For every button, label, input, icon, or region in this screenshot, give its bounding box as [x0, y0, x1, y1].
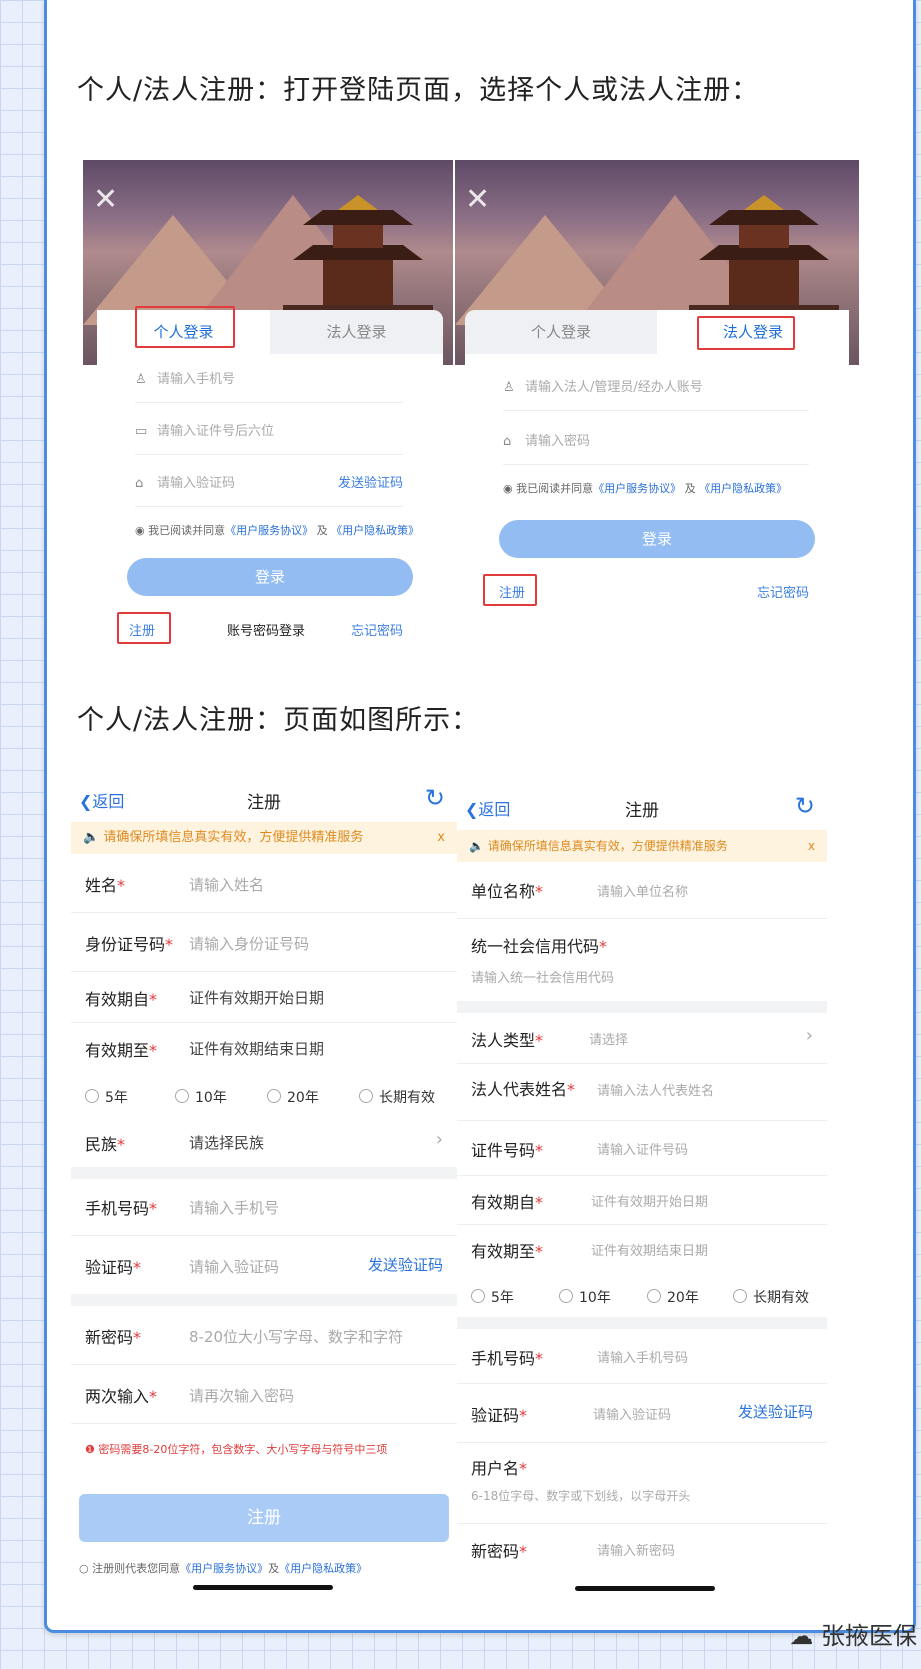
validity-radio-group: 5年 10年 20年 长期有效: [457, 1273, 827, 1317]
chevron-right-icon: ›: [805, 1025, 813, 1046]
tab-legal-login[interactable]: 法人登录: [270, 310, 443, 354]
notice-close-button[interactable]: x: [437, 822, 445, 854]
nation-select[interactable]: 民族* 请选择民族 ›: [71, 1121, 457, 1167]
tab-personal-login[interactable]: 个人登录: [465, 310, 657, 354]
error-icon: ❶: [85, 1443, 95, 1456]
username-field[interactable]: 用户名* 6-18位字母、数字或下划线，以字母开头: [457, 1443, 827, 1524]
new-password-field[interactable]: 新密码* 8-20位大小写字母、数字和字符: [71, 1306, 457, 1365]
valid-from-field[interactable]: 有效期自* 证件有效期开始日期: [457, 1176, 827, 1225]
password-hint: ❶ 密码需要8-20位字符，包含数字、大小写字母与符号中三项: [85, 1443, 388, 1456]
code-input[interactable]: ⌂ 请输入验证码 发送验证码: [135, 462, 403, 507]
password-login-link[interactable]: 账号密码登录: [227, 620, 305, 639]
code-field[interactable]: 验证码* 请输入验证码 发送验证码: [457, 1384, 827, 1443]
login-legal-screenshot: ✕ 个人登录 法人登录 ♙ 请输入法人/管理员/经办人账号 ⌂ 请输入密码 ◉ 我已…: [455, 160, 859, 630]
account-input[interactable]: ♙ 请输入法人/管理员/经办人账号: [503, 366, 809, 411]
pagoda-icon: [689, 195, 839, 325]
section-heading-login: 个人/法人注册：打开登陆页面，选择个人或法人注册：: [77, 75, 760, 106]
refresh-icon[interactable]: ↻: [425, 784, 445, 812]
service-agreement-link[interactable]: 《用户服务协议》: [180, 1562, 268, 1575]
notice-close-button[interactable]: x: [808, 830, 815, 862]
speaker-icon: 🔈: [469, 839, 484, 853]
forgot-password-link[interactable]: 忘记密码: [757, 582, 809, 601]
check-icon[interactable]: ◉: [503, 482, 513, 495]
register-button[interactable]: 注册: [79, 1494, 449, 1542]
service-agreement-link[interactable]: 《用户服务协议》: [225, 524, 313, 537]
confirm-password-field[interactable]: 两次输入* 请再次输入密码: [71, 1365, 457, 1424]
user-icon: ♙: [135, 372, 147, 387]
id-number-field[interactable]: 身份证号码* 请输入身份证号码: [71, 913, 457, 972]
page-title: 注册: [247, 793, 281, 813]
representative-name-field[interactable]: 法人代表姓名* 请输入法人代表姓名: [457, 1064, 827, 1121]
wechat-icon: ☁: [789, 1622, 814, 1650]
valid-to-field[interactable]: 有效期至* 证件有效期结束日期: [457, 1225, 827, 1273]
id-input[interactable]: ▭ 请输入证件号后六位: [135, 410, 403, 455]
radio-10y[interactable]: 10年: [175, 1087, 227, 1107]
legal-type-select[interactable]: 法人类型* 请选择 ›: [457, 1013, 827, 1064]
privacy-policy-link[interactable]: 《用户隐私政策》: [279, 1562, 367, 1575]
privacy-policy-link[interactable]: 《用户隐私政策》: [699, 482, 787, 495]
watermark: ☁ 张掖医保: [789, 1622, 917, 1650]
login-button[interactable]: 登录: [499, 520, 815, 558]
lock-icon: ⌂: [135, 476, 144, 491]
service-agreement-link[interactable]: 《用户服务协议》: [593, 482, 681, 495]
name-field[interactable]: 姓名* 请输入姓名: [71, 854, 457, 913]
close-icon[interactable]: ✕: [93, 182, 118, 217]
valid-to-field[interactable]: 有效期至* 证件有效期结束日期: [71, 1023, 457, 1073]
lock-icon: ⌂: [503, 434, 512, 449]
user-icon: ♙: [503, 380, 515, 395]
login-button[interactable]: 登录: [127, 558, 413, 596]
radio-10y[interactable]: 10年: [559, 1287, 611, 1307]
radio-permanent[interactable]: 长期有效: [359, 1087, 435, 1107]
pagoda-icon: [283, 195, 433, 325]
home-indicator: [575, 1586, 715, 1591]
article-card: 个人/法人注册：打开登陆页面，选择个人或法人注册： ✕ 个人登录 法人登录 ♙ 请…: [44, 0, 916, 1633]
agreement-text: ◉ 我已阅读并同意《用户服务协议》 及 《用户隐私政策》: [135, 524, 420, 537]
notice-banner: 🔈 请确保所填信息真实有效，方便提供精准服务 x: [71, 822, 457, 854]
highlight-box: [697, 316, 795, 350]
id-card-icon: ▭: [135, 424, 148, 439]
send-code-button[interactable]: 发送验证码: [338, 462, 403, 506]
highlight-box: [483, 574, 537, 606]
new-password-field[interactable]: 新密码* 请输入新密码: [457, 1524, 827, 1578]
login-panel: 个人登录 法人登录 ♙ 请输入手机号 ▭ 请输入证件号后六位 ⌂ 请输入验证码 发送验证…: [97, 306, 443, 660]
login-personal-screenshot: ✕ 个人登录 法人登录 ♙ 请输入手机号 ▭ 请输入证件号后六位 ⌂ 请输入验证码 发送…: [83, 160, 453, 660]
login-panel: 个人登录 法人登录 ♙ 请输入法人/管理员/经办人账号 ⌂ 请输入密码 ◉ 我已阅读…: [465, 310, 849, 630]
send-code-button[interactable]: 发送验证码: [738, 1401, 813, 1422]
check-icon[interactable]: ◉: [135, 524, 145, 537]
checkbox[interactable]: ○: [79, 1562, 89, 1575]
highlight-box: [117, 612, 171, 644]
section-heading-register: 个人/法人注册：页面如图所示：: [77, 705, 480, 736]
privacy-policy-link[interactable]: 《用户隐私政策》: [331, 524, 419, 537]
highlight-box: [135, 306, 235, 348]
refresh-icon[interactable]: ↻: [795, 792, 815, 820]
valid-from-field[interactable]: 有效期自* 证件有效期开始日期: [71, 972, 457, 1023]
forgot-password-link[interactable]: 忘记密码: [351, 620, 403, 639]
speaker-icon: 🔈: [83, 830, 100, 845]
register-legal-form: ❮返回 注册 ↻ 🔈 请确保所填信息真实有效，方便提供精准服务 x 单位名称* 请输…: [457, 786, 827, 1591]
notice-banner: 🔈 请确保所填信息真实有效，方便提供精准服务 x: [457, 830, 827, 862]
code-field[interactable]: 验证码* 请输入验证码 发送验证码: [71, 1236, 457, 1294]
agreement-text: ◉ 我已阅读并同意《用户服务协议》 及 《用户隐私政策》: [503, 482, 788, 495]
password-input[interactable]: ⌂ 请输入密码: [503, 420, 809, 465]
unit-name-field[interactable]: 单位名称* 请输入单位名称: [457, 862, 827, 919]
radio-permanent[interactable]: 长期有效: [733, 1287, 809, 1307]
phone-field[interactable]: 手机号码* 请输入手机号: [71, 1179, 457, 1236]
radio-20y[interactable]: 20年: [647, 1287, 699, 1307]
chevron-right-icon: ›: [435, 1129, 443, 1150]
send-code-button[interactable]: 发送验证码: [368, 1254, 443, 1275]
validity-radio-group: 5年 10年 20年 长期有效: [71, 1073, 457, 1121]
cert-number-field[interactable]: 证件号码* 请输入证件号码: [457, 1121, 827, 1176]
register-personal-form: ❮返回 注册 ↻ 🔈 请确保所填信息真实有效，方便提供精准服务 x 姓名* 请输入姓…: [71, 778, 457, 1598]
radio-20y[interactable]: 20年: [267, 1087, 319, 1107]
page-title: 注册: [625, 801, 659, 821]
radio-5y[interactable]: 5年: [85, 1087, 128, 1107]
agreement-text: ○ 注册则代表您同意《用户服务协议》及《用户隐私政策》: [79, 1562, 368, 1575]
credit-code-field[interactable]: 统一社会信用代码* 请输入统一社会信用代码: [457, 919, 827, 1001]
close-icon[interactable]: ✕: [465, 182, 490, 217]
home-indicator: [193, 1585, 333, 1590]
radio-5y[interactable]: 5年: [471, 1287, 514, 1307]
phone-input[interactable]: ♙ 请输入手机号: [135, 358, 403, 403]
phone-field[interactable]: 手机号码* 请输入手机号码: [457, 1329, 827, 1384]
